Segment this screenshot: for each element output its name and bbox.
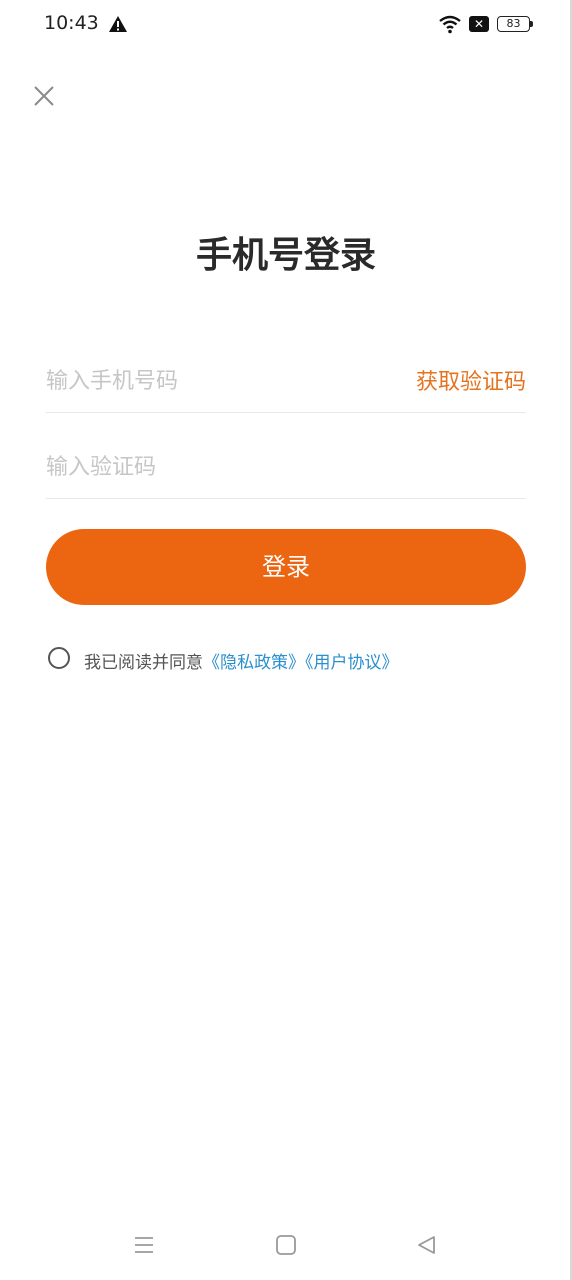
user-agreement-link[interactable]: 《用户协议》 [305,653,399,673]
code-input[interactable] [46,450,386,484]
agreement-text: 我已阅读并同意《隐私政策》《用户协议》 [84,648,399,673]
menu-icon[interactable] [133,1234,155,1256]
get-code-button[interactable]: 获取验证码 [416,364,526,396]
phone-field: 获取验证码 [46,350,526,413]
battery-icon: 83 [497,16,530,32]
back-icon[interactable] [415,1234,437,1256]
agree-radio[interactable] [48,647,70,669]
close-icon[interactable] [32,84,56,108]
page-title: 手机号登录 [195,235,376,276]
home-icon[interactable] [275,1234,297,1256]
privacy-policy-link[interactable]: 《隐私政策》 [203,653,305,673]
login-button[interactable]: 登录 [46,529,526,605]
wifi-icon [439,15,461,34]
code-field [46,436,526,499]
close-status-icon: ✕ [469,16,489,32]
status-time: 10:43 [44,12,99,34]
phone-input[interactable] [46,364,386,398]
battery-tip [530,21,533,27]
alert-icon [109,16,127,32]
agreement-prefix: 我已阅读并同意 [84,653,203,673]
